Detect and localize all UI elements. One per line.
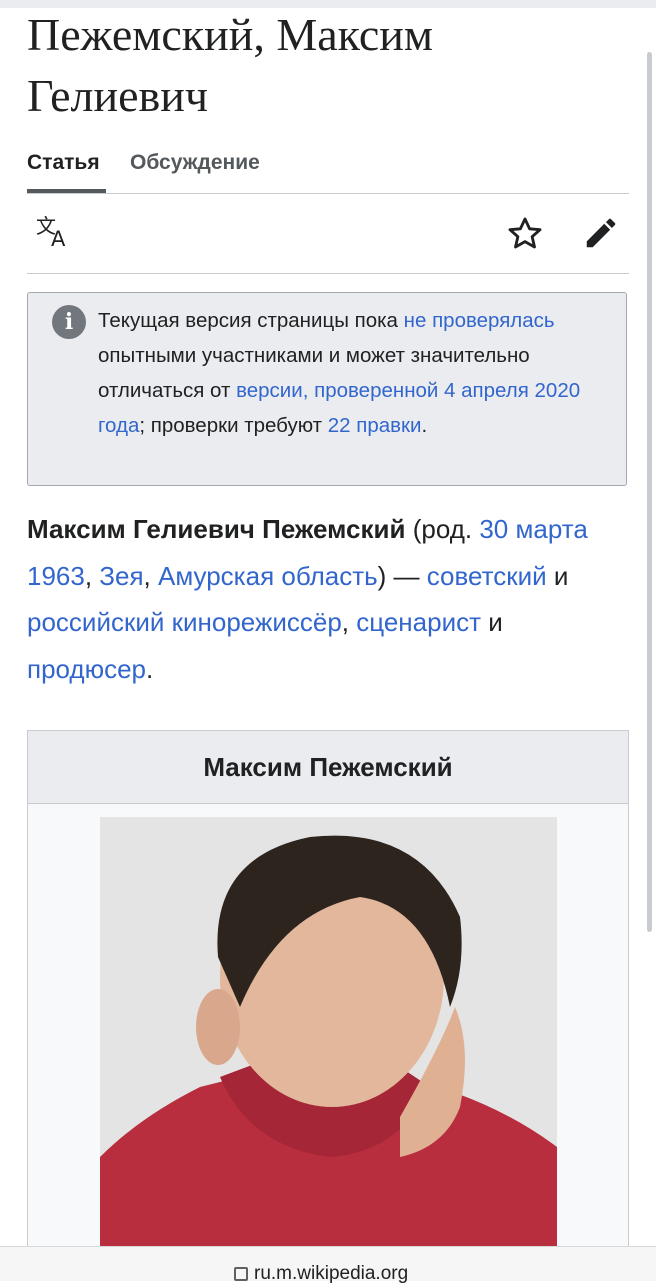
not-checked-link[interactable]: не проверялась [404, 309, 555, 332]
lead-text: и [481, 607, 503, 637]
lead-text: , [143, 560, 158, 591]
lead-paragraph: Максим Гелиевич Пежемский (род. 30 марта… [27, 506, 627, 692]
infobox: Максим Пежемский [27, 730, 629, 1270]
notice-text-part: Текущая версия страницы пока [98, 309, 404, 332]
browser-url-bar[interactable]: ru.m.wikipedia.org [0, 1246, 656, 1284]
producer-link[interactable]: продюсер [27, 654, 146, 684]
page-actions: 文 A [27, 194, 629, 274]
lead-text: (род. [405, 514, 480, 544]
notice-text-part: ; проверки требуют [139, 414, 328, 437]
translate-icon[interactable]: 文 A [33, 213, 73, 253]
portrait-photo[interactable] [100, 817, 557, 1269]
info-icon: i [52, 305, 86, 339]
revision-notice: i Текущая версия страницы пока не провер… [27, 292, 627, 486]
lead-text: и [546, 560, 569, 591]
page-tabs: Статья Обсуждение [27, 147, 629, 194]
screenwriter-link[interactable]: сценарист [356, 607, 481, 637]
edit-icon[interactable] [581, 213, 621, 253]
page-title: Пежемский, Максим Гелиевич [27, 9, 434, 121]
tab-article[interactable]: Статья [27, 151, 100, 175]
film-director-link[interactable]: российский кинорежиссёр [27, 607, 342, 637]
subject-name: Максим Гелиевич Пежемский [27, 514, 406, 544]
pending-edits-link[interactable]: 22 правки [328, 414, 422, 437]
lead-text: , [84, 560, 100, 591]
star-icon[interactable] [505, 214, 545, 254]
lead-text: . [146, 653, 154, 684]
region-link[interactable]: Амурская область [158, 561, 378, 591]
soviet-link[interactable]: советский [427, 561, 547, 591]
tab-talk[interactable]: Обсуждение [130, 151, 260, 175]
lead-text: , [341, 607, 357, 637]
notice-text-part: . [421, 414, 428, 437]
notice-text: Текущая версия страницы пока не проверял… [98, 303, 618, 443]
active-tab-indicator [27, 189, 106, 193]
birthplace-link[interactable]: Зея [99, 561, 143, 591]
url-text: ru.m.wikipedia.org [254, 1263, 409, 1284]
lock-icon [234, 1267, 248, 1281]
scrollbar[interactable] [647, 52, 652, 932]
lead-text: ) — [377, 560, 427, 591]
svg-text:A: A [51, 227, 66, 251]
infobox-title: Максим Пежемский [28, 731, 628, 804]
